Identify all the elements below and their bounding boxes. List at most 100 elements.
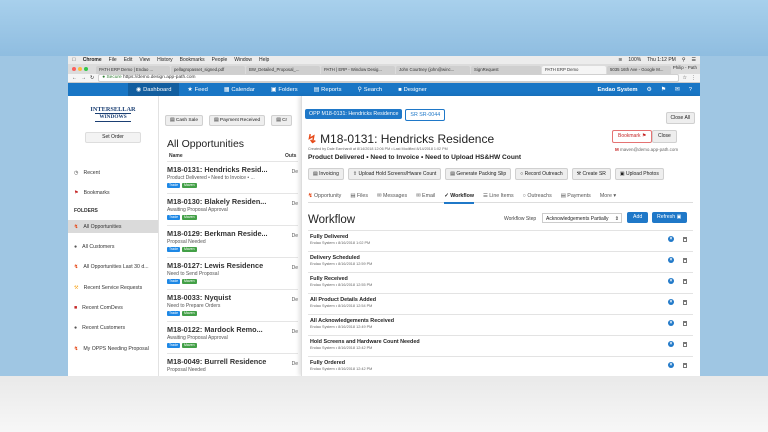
menu-people[interactable]: People bbox=[212, 57, 228, 63]
remove-icon[interactable]: × bbox=[668, 278, 674, 284]
browser-tab[interactable]: PATH | ERP - Window Desig... bbox=[321, 66, 395, 74]
sidebar-item-opps-needing-proposal[interactable]: ↯ My OPPS Needing Proposal bbox=[68, 342, 158, 355]
sidebar-item-recent-customers[interactable]: ● Recent Customers bbox=[68, 321, 158, 334]
trash-icon[interactable] bbox=[683, 320, 687, 326]
nav-feed[interactable]: ★ Feed bbox=[179, 83, 215, 96]
nav-folders[interactable]: ▣ Folders bbox=[263, 83, 306, 96]
nav-dashboard[interactable]: ◉ Dashboard bbox=[128, 83, 180, 96]
minimize-window-icon[interactable] bbox=[78, 67, 82, 71]
system-user[interactable]: Endao System bbox=[598, 87, 638, 93]
address-field[interactable]: ● Secure https://demo.design.app-path.co… bbox=[98, 74, 679, 82]
add-button[interactable]: Add bbox=[627, 212, 649, 223]
generate-packing-slip-button[interactable]: ▤ Generate Packing Slip bbox=[445, 168, 512, 180]
remove-icon[interactable]: × bbox=[668, 236, 674, 242]
refresh-button[interactable]: Refresh ▣ bbox=[652, 212, 687, 223]
subtab-messages[interactable]: ✉ Messages bbox=[377, 191, 407, 202]
maximize-window-icon[interactable] bbox=[84, 67, 88, 71]
remove-icon[interactable]: × bbox=[668, 341, 674, 347]
reload-icon[interactable]: ↻ bbox=[90, 75, 94, 81]
nav-calendar[interactable]: ▦ Calendar bbox=[216, 83, 263, 96]
record-outreach-button[interactable]: ○ Record Outreach bbox=[515, 168, 568, 180]
battery-level[interactable]: 100% bbox=[628, 57, 641, 63]
trash-icon[interactable] bbox=[683, 341, 687, 347]
star-icon[interactable]: ☆ bbox=[683, 75, 687, 81]
gear-icon[interactable]: ⚙ bbox=[647, 87, 652, 93]
opportunity-row[interactable]: M18-0122: Mardock Remo... Awaiting Propos… bbox=[167, 321, 298, 351]
sidebar-item-all-customers[interactable]: ● All Customers bbox=[68, 240, 158, 253]
opportunity-row[interactable]: M18-0131: Hendricks Resid... Product Deli… bbox=[167, 161, 298, 191]
close-all-button[interactable]: Close All bbox=[665, 112, 695, 124]
browser-tab[interactable]: pellagropasset_signed.pdf bbox=[171, 66, 245, 74]
nav-search[interactable]: ⚲ Search bbox=[349, 83, 390, 96]
tab-opportunity[interactable]: OPP M18-0131: Hendricks Residence bbox=[305, 109, 403, 119]
help-icon[interactable]: ? bbox=[689, 87, 692, 93]
column-header-outstanding[interactable]: Outs bbox=[285, 153, 296, 159]
remove-icon[interactable]: × bbox=[668, 362, 674, 368]
sidebar-item-opps-last-30[interactable]: ↯ All Opportunities Last 30 d... bbox=[68, 260, 158, 273]
subtab-payments[interactable]: ▤ Payments bbox=[561, 191, 591, 202]
subtab-email[interactable]: ✉ Email bbox=[416, 191, 435, 202]
sidebar-item-service-requests[interactable]: ⚒ Recent Service Requests bbox=[68, 281, 158, 294]
trash-icon[interactable] bbox=[683, 278, 687, 284]
more-menu-icon[interactable]: ⋮ bbox=[691, 75, 696, 81]
subtab-more[interactable]: More ▾ bbox=[600, 191, 616, 202]
menu-history[interactable]: History bbox=[157, 57, 173, 63]
remove-icon[interactable]: × bbox=[668, 299, 674, 305]
trash-icon[interactable] bbox=[683, 236, 687, 242]
forward-icon[interactable]: → bbox=[81, 75, 86, 81]
sidebar-item-recent[interactable]: ◷ Recent bbox=[68, 166, 158, 179]
opportunity-row[interactable]: M18-0130: Blakely Residen... Awaiting Pro… bbox=[167, 193, 298, 223]
search-icon[interactable]: ⚲ bbox=[682, 57, 686, 63]
subtab-line-items[interactable]: ☰ Line Items bbox=[483, 191, 514, 202]
nav-designer[interactable]: ■ Designer bbox=[390, 83, 435, 96]
menu-chrome[interactable]: Chrome bbox=[83, 57, 102, 63]
browser-tab[interactable]: 5035 16th Ave - Google M... bbox=[607, 66, 671, 74]
menu-help[interactable]: Help bbox=[259, 57, 269, 63]
bell-icon[interactable]: ⚑ bbox=[661, 87, 666, 93]
tab-service-request[interactable]: SR SR-0044 bbox=[405, 109, 446, 121]
remove-icon[interactable]: × bbox=[668, 257, 674, 263]
menu-edit[interactable]: Edit bbox=[124, 57, 133, 63]
sidebar-item-all-opportunities[interactable]: ↯ All Opportunities bbox=[68, 220, 158, 233]
menu-list-icon[interactable]: ☰ bbox=[692, 57, 696, 63]
payment-received-button[interactable]: ▤ Payment Received bbox=[209, 115, 266, 126]
column-header-name[interactable]: Name bbox=[169, 153, 183, 159]
wifi-icon[interactable]: ≋ bbox=[618, 57, 622, 63]
opportunity-row[interactable]: M18-0129: Berkman Reside... Proposal Need… bbox=[167, 225, 298, 255]
browser-tab[interactable]: John Courtney (john@winc... bbox=[396, 66, 470, 74]
opportunity-row[interactable]: M18-0127: Lewis Residence Need to Send Pr… bbox=[167, 257, 298, 287]
upload-hold-screens-button[interactable]: ⇧ Upload Hold Screens/Hware Count bbox=[347, 168, 442, 180]
set-order-button[interactable]: Set Order bbox=[85, 132, 141, 143]
cash-sale-button[interactable]: ▤ Cash Sale bbox=[165, 115, 204, 126]
sidebar-item-comdevs[interactable]: ■ Recent ComDevs bbox=[68, 301, 158, 314]
subtab-workflow[interactable]: ✓ Workflow bbox=[444, 191, 474, 204]
trash-icon[interactable] bbox=[683, 299, 687, 305]
workflow-step-select[interactable]: Acknowledgements Partially ⇕ bbox=[542, 213, 622, 223]
remove-icon[interactable]: × bbox=[668, 320, 674, 326]
trash-icon[interactable] bbox=[683, 257, 687, 263]
opportunity-row[interactable]: M18-0049: Burrell Residence Proposal Need… bbox=[167, 353, 298, 376]
menu-window[interactable]: Window bbox=[234, 57, 252, 63]
subtab-files[interactable]: ▤ Files bbox=[350, 191, 368, 202]
sidebar-item-bookmarks[interactable]: ⚑ Bookmarks bbox=[68, 186, 158, 199]
bookmark-button[interactable]: Bookmark ⚑ bbox=[612, 130, 653, 143]
close-window-icon[interactable] bbox=[72, 67, 76, 71]
create-button[interactable]: ▤ Cr bbox=[271, 115, 293, 126]
subtab-outreachs[interactable]: ○ Outreachs bbox=[523, 191, 552, 202]
browser-tab[interactable]: BW_Detailed_Proposal_... bbox=[246, 66, 320, 74]
subtab-opportunity[interactable]: ↯ Opportunity bbox=[308, 191, 341, 202]
browser-tab-active[interactable]: PATH ERP Demo bbox=[542, 66, 606, 74]
invoicing-button[interactable]: ▤ Invoicing bbox=[308, 168, 344, 180]
chat-icon[interactable]: ✉ bbox=[675, 87, 680, 93]
browser-tab[interactable]: PATH ERP Demo | Endao ... bbox=[96, 66, 170, 74]
nav-reports[interactable]: ▤ Reports bbox=[306, 83, 350, 96]
create-sr-button[interactable]: ⚒ Create SR bbox=[571, 168, 611, 180]
back-icon[interactable]: ← bbox=[72, 75, 77, 81]
menu-view[interactable]: View bbox=[139, 57, 150, 63]
opportunity-row[interactable]: M18-0033: Nyquist Need to Prepare Orders T… bbox=[167, 289, 298, 319]
upload-photos-button[interactable]: ▣ Upload Photos bbox=[614, 168, 664, 180]
close-button[interactable]: Close bbox=[652, 130, 677, 143]
apple-icon[interactable]:  bbox=[72, 57, 76, 63]
trash-icon[interactable] bbox=[683, 362, 687, 368]
menu-bookmarks[interactable]: Bookmarks bbox=[180, 57, 205, 63]
